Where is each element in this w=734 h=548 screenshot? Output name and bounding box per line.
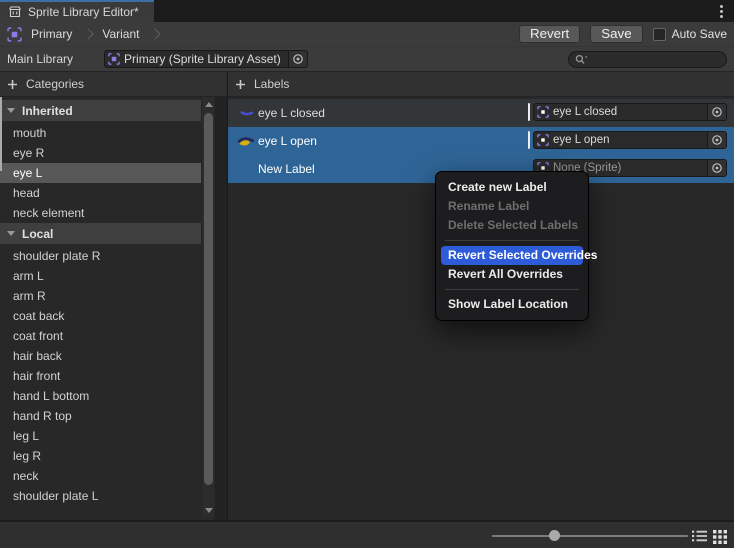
sprite-field-value: eye L open [549, 134, 707, 146]
override-indicator [528, 103, 530, 121]
category-group-title: Local [22, 227, 53, 241]
category-item[interactable]: shoulder plate R [0, 246, 201, 266]
scroll-up-icon[interactable] [205, 102, 213, 107]
eye-open-sprite-icon [236, 136, 256, 147]
breadcrumb-primary[interactable]: Primary [31, 27, 72, 41]
main-library-bar: Main Library Primary (Sprite Library Ass… [0, 46, 734, 72]
sprite-library-asset-icon [108, 53, 120, 65]
object-picker-icon[interactable] [707, 132, 726, 148]
main-area: Categories Inheritedmoutheye Reye Lheadn… [0, 72, 734, 520]
menu-item-create-new-label[interactable]: Create new Label [441, 178, 583, 197]
category-item[interactable]: coat back [0, 306, 201, 326]
sprite-field-wrap: eye L open [528, 131, 727, 149]
tab-title: Sprite Library Editor* [28, 5, 139, 19]
tab-bar: Sprite Library Editor* [0, 0, 734, 22]
menu-item-revert-all-overrides[interactable]: Revert All Overrides [441, 265, 583, 284]
search-field[interactable] [568, 51, 727, 68]
menu-item-revert-selected-overrides[interactable]: Revert Selected Overrides [441, 246, 583, 265]
sprite-icon [537, 134, 549, 146]
category-item[interactable]: hair back [0, 346, 201, 366]
breadcrumb-bar: Primary Variant Revert Save Auto Save [0, 22, 734, 46]
sprite-library-asset-icon [7, 27, 22, 42]
list-view-icon[interactable] [692, 530, 707, 542]
main-library-field-value: Primary (Sprite Library Asset) [120, 52, 288, 66]
sprite-object-field[interactable]: eye L closed [533, 103, 727, 121]
sprite-library-editor-icon [8, 5, 22, 19]
category-group-header-local[interactable]: Local [0, 223, 201, 244]
breadcrumb-chevron-icon [150, 28, 161, 39]
object-picker-icon[interactable] [707, 104, 726, 120]
footer-bar [0, 520, 734, 548]
sprite-library-editor-window: Sprite Library Editor* Primary Variant R… [0, 0, 734, 548]
revert-button[interactable]: Revert [519, 25, 580, 43]
categories-title: Categories [26, 77, 84, 91]
scrollbar-thumb[interactable] [204, 113, 213, 485]
category-item[interactable]: hair front [0, 366, 201, 386]
kebab-menu-icon[interactable] [708, 0, 734, 22]
thumbnail-zoom-slider[interactable] [492, 535, 688, 537]
breadcrumb-chevron-icon [83, 28, 94, 39]
tab-sprite-library-editor[interactable]: Sprite Library Editor* [0, 0, 154, 22]
main-library-label: Main Library [7, 52, 73, 66]
sprite-field-value: eye L closed [549, 106, 707, 118]
category-item[interactable]: head [0, 183, 201, 203]
category-item[interactable]: leg L [0, 426, 201, 446]
sprite-object-field[interactable]: eye L open [533, 131, 727, 149]
add-category-button[interactable] [7, 79, 18, 90]
foldout-triangle-icon [7, 231, 15, 236]
labels-title: Labels [254, 77, 289, 91]
toolbar-actions: Revert Save Auto Save [519, 25, 727, 43]
category-item[interactable]: neck [0, 466, 201, 486]
category-item[interactable]: arm L [0, 266, 201, 286]
add-label-button[interactable] [235, 79, 246, 90]
category-item[interactable]: eye L [0, 163, 201, 183]
main-library-object-field[interactable]: Primary (Sprite Library Asset) [104, 50, 308, 68]
category-group-header-inherited[interactable]: Inherited [0, 100, 201, 121]
categories-scrollbar[interactable] [201, 97, 214, 518]
menu-separator [445, 289, 579, 290]
foldout-triangle-icon [7, 108, 15, 113]
sprite-field-wrap: eye L closed [528, 103, 727, 121]
categories-panel: Categories Inheritedmoutheye Reye Lheadn… [0, 72, 228, 520]
save-button[interactable]: Save [590, 25, 642, 43]
scroll-down-icon[interactable] [205, 508, 213, 513]
auto-save-label: Auto Save [672, 27, 727, 41]
eye-closed-sprite-icon [236, 109, 256, 118]
category-item[interactable]: coat front [0, 326, 201, 346]
breadcrumb-variant[interactable]: Variant [102, 27, 139, 41]
category-group-title: Inherited [22, 104, 73, 118]
category-item[interactable]: shoulder plate L [0, 486, 201, 506]
menu-separator [445, 240, 579, 241]
object-picker-icon[interactable] [707, 160, 726, 176]
category-item[interactable]: mouth [0, 123, 201, 143]
label-name: eye L open [258, 134, 317, 148]
categories-header: Categories [0, 72, 227, 97]
zoom-slider-knob[interactable] [549, 530, 560, 541]
label-name: eye L closed [258, 106, 325, 120]
label-row[interactable]: eye L open eye L open [228, 127, 734, 155]
category-item[interactable]: leg R [0, 446, 201, 466]
sprite-icon [537, 106, 549, 118]
categories-gap [215, 97, 227, 520]
category-item[interactable]: eye R [0, 143, 201, 163]
menu-item-rename-label: Rename Label [441, 197, 583, 216]
override-indicator [528, 131, 530, 149]
menu-item-delete-selected-labels: Delete Selected Labels [441, 216, 583, 235]
menu-item-show-label-location[interactable]: Show Label Location [441, 295, 583, 314]
label-name: New Label [258, 162, 315, 176]
object-picker-icon[interactable] [288, 51, 307, 67]
category-item[interactable]: hand L bottom [0, 386, 201, 406]
grid-view-icon[interactable] [713, 530, 727, 544]
auto-save-checkbox[interactable] [653, 28, 666, 41]
labels-header: Labels [228, 72, 734, 97]
category-item[interactable]: hand R top [0, 406, 201, 426]
label-row[interactable]: eye L closed eye L closed [228, 99, 734, 127]
category-item[interactable]: arm R [0, 286, 201, 306]
search-input[interactable] [591, 52, 720, 66]
categories-list: Inherited moutheye Reye Lheadneck element… [0, 97, 227, 520]
focus-indicator [0, 97, 2, 171]
search-icon [575, 54, 588, 65]
category-item[interactable]: neck element [0, 203, 201, 223]
context-menu: Create new LabelRename LabelDelete Selec… [435, 171, 589, 321]
